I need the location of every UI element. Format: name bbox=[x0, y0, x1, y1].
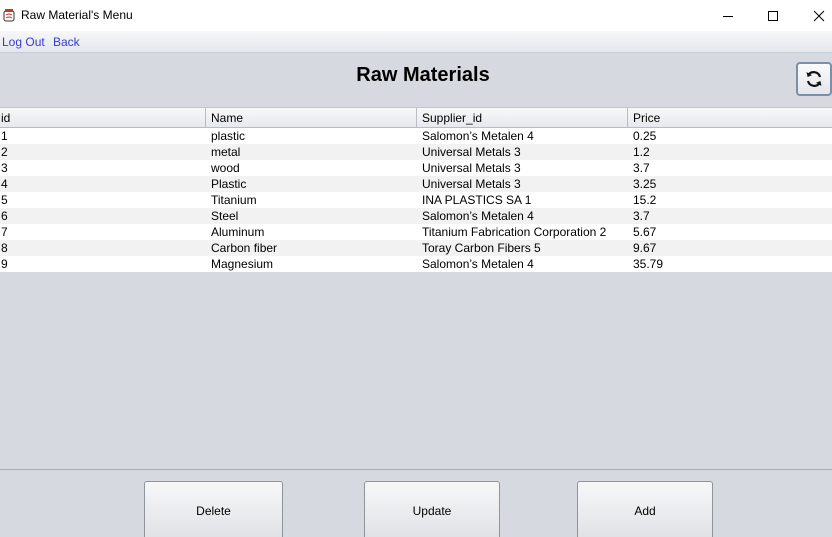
table-row[interactable]: 7 Aluminum Titanium Fabrication Corporatio… bbox=[0, 224, 832, 240]
cell-supplier-id: Titanium Fabrication Corporation 2 bbox=[422, 225, 607, 239]
cell-name: Steel bbox=[211, 209, 239, 223]
cell-name: Aluminum bbox=[211, 225, 265, 239]
table-row[interactable]: 9 Magnesium Salomon’s Metalen 4 35.79 bbox=[0, 256, 832, 272]
column-header-price[interactable]: Price bbox=[628, 108, 832, 127]
delete-button[interactable]: Delete bbox=[144, 481, 283, 537]
menu-bar: Log Out Back bbox=[0, 31, 832, 53]
cell-name: Titanium bbox=[211, 193, 257, 207]
cell-supplier-id: Universal Metals 3 bbox=[422, 145, 521, 159]
window-title: Raw Material's Menu bbox=[21, 8, 133, 22]
cell-id: 5 bbox=[1, 193, 8, 207]
cell-supplier-id: Toray Carbon Fibers 5 bbox=[422, 241, 541, 255]
cell-price: 35.79 bbox=[633, 257, 664, 271]
cell-supplier-id: Salomon’s Metalen 4 bbox=[422, 257, 534, 271]
cell-name: Magnesium bbox=[211, 257, 274, 271]
table-body: 1 plastic Salomon’s Metalen 4 0.25 2 metal Uni… bbox=[0, 128, 832, 272]
cell-id: 3 bbox=[1, 161, 8, 175]
cell-price: 3.7 bbox=[633, 161, 650, 175]
cell-id: 7 bbox=[1, 225, 8, 239]
back-link[interactable]: Back bbox=[53, 35, 80, 49]
add-button[interactable]: Add bbox=[577, 481, 713, 537]
cell-id: 6 bbox=[1, 209, 8, 223]
table-row[interactable]: 5 Titanium INA PLASTICS SA 1 15.2 bbox=[0, 192, 832, 208]
table-row[interactable]: 2 metal Universal Metals 3 1.2 bbox=[0, 144, 832, 160]
minimize-icon bbox=[723, 15, 733, 17]
close-button[interactable] bbox=[796, 0, 832, 31]
minimize-button[interactable] bbox=[705, 0, 751, 31]
column-header-name[interactable]: Name bbox=[206, 108, 417, 127]
table-header: id Name Supplier_id Price bbox=[0, 107, 832, 128]
cell-supplier-id: INA PLASTICS SA 1 bbox=[422, 193, 532, 207]
maximize-icon bbox=[768, 10, 778, 21]
cell-name: wood bbox=[211, 161, 240, 175]
update-button[interactable]: Update bbox=[364, 481, 500, 537]
cell-name: Plastic bbox=[211, 177, 247, 191]
cell-supplier-id: Universal Metals 3 bbox=[422, 161, 521, 175]
cell-id: 4 bbox=[1, 177, 8, 191]
table-row[interactable]: 1 plastic Salomon’s Metalen 4 0.25 bbox=[0, 128, 832, 144]
cell-price: 3.7 bbox=[633, 209, 650, 223]
cell-supplier-id: Universal Metals 3 bbox=[422, 177, 521, 191]
logout-link[interactable]: Log Out bbox=[2, 35, 45, 49]
cell-supplier-id: Salomon’s Metalen 4 bbox=[422, 209, 534, 223]
raw-materials-table: id Name Supplier_id Price 1 plastic Salomo… bbox=[0, 107, 832, 272]
table-row[interactable]: 8 Carbon fiber Toray Carbon Fibers 5 9.67 bbox=[0, 240, 832, 256]
column-header-supplier-id[interactable]: Supplier_id bbox=[417, 108, 628, 127]
cell-price: 9.67 bbox=[633, 241, 657, 255]
cell-name: metal bbox=[211, 145, 241, 159]
column-header-id[interactable]: id bbox=[0, 108, 206, 127]
cell-id: 2 bbox=[1, 145, 8, 159]
title-bar: Raw Material's Menu bbox=[0, 0, 832, 31]
cell-price: 0.25 bbox=[633, 129, 657, 143]
cell-supplier-id: Salomon’s Metalen 4 bbox=[422, 129, 534, 143]
refresh-icon bbox=[806, 71, 822, 87]
jar-app-icon bbox=[1, 7, 17, 23]
cell-price: 1.2 bbox=[633, 145, 650, 159]
refresh-button[interactable] bbox=[796, 62, 832, 96]
divider bbox=[0, 469, 832, 470]
cell-name: plastic bbox=[211, 129, 246, 143]
table-row[interactable]: 3 wood Universal Metals 3 3.7 bbox=[0, 160, 832, 176]
cell-price: 15.2 bbox=[633, 193, 657, 207]
cell-id: 8 bbox=[1, 241, 8, 255]
maximize-button[interactable] bbox=[750, 0, 796, 31]
table-row[interactable]: 4 Plastic Universal Metals 3 3.25 bbox=[0, 176, 832, 192]
cell-price: 3.25 bbox=[633, 177, 657, 191]
close-icon bbox=[813, 10, 825, 21]
cell-id: 1 bbox=[1, 129, 8, 143]
cell-id: 9 bbox=[1, 257, 8, 271]
table-row[interactable]: 6 Steel Salomon’s Metalen 4 3.7 bbox=[0, 208, 832, 224]
cell-name: Carbon fiber bbox=[211, 241, 278, 255]
cell-price: 5.67 bbox=[633, 225, 657, 239]
page-title: Raw Materials bbox=[356, 64, 490, 86]
